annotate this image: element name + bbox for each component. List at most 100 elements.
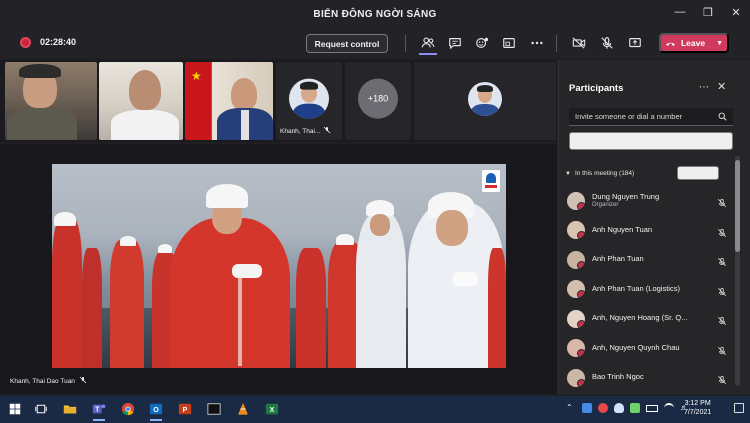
battery-icon[interactable] [646, 404, 658, 412]
section-header[interactable]: ▼ In this meeting (184) [565, 170, 634, 177]
window-title: BIỂN ĐÔNG NGỜI SÁNG [313, 8, 437, 20]
phone-hangup-icon [666, 42, 675, 46]
helmet-icon [120, 236, 136, 246]
participant-hair [19, 64, 61, 78]
terminal-icon[interactable] [205, 400, 223, 418]
more-options-icon[interactable]: ⋯ [699, 82, 709, 93]
svg-text:P: P [183, 407, 188, 414]
worker-figure [110, 240, 144, 368]
list-item[interactable]: Anh, Nguyen Quynh Chau [567, 334, 727, 364]
list-item[interactable]: Anh, Nguyen Hoang (Sr. Q... [567, 304, 727, 334]
helmet-icon [336, 234, 354, 245]
mute-all-button[interactable]: Mute all [677, 166, 719, 180]
video-tile[interactable] [414, 62, 556, 140]
worker-glove [452, 272, 478, 286]
helmet-icon [158, 244, 172, 253]
camera-off-icon[interactable] [571, 35, 587, 51]
chevron-down-icon[interactable]: ▼ [716, 40, 723, 47]
avatar [567, 368, 585, 387]
leave-button[interactable]: Leave ▼ [659, 33, 729, 53]
worker-figure [356, 214, 406, 368]
chat-icon[interactable] [447, 35, 463, 51]
toolbar-divider [556, 35, 557, 52]
avatar [567, 309, 585, 328]
close-icon[interactable]: ✕ [730, 6, 742, 19]
reactions-icon[interactable] [474, 35, 490, 51]
task-view-icon[interactable] [32, 400, 50, 418]
list-item[interactable]: Bao Trinh Ngoc [567, 363, 727, 393]
invite-search-placeholder: Invite someone or dial a number [575, 112, 683, 121]
participant-shirt [241, 110, 249, 140]
more-actions-icon[interactable] [529, 35, 545, 51]
share-invite-button[interactable]: Share invite [569, 132, 733, 150]
close-panel-icon[interactable]: ✕ [717, 80, 726, 93]
tray-app-icon[interactable] [630, 403, 640, 413]
chevron-up-icon[interactable]: ⌃ [566, 403, 576, 413]
overflow-tile[interactable]: +180 [345, 62, 411, 140]
video-tile[interactable]: Khanh, Thai... [276, 62, 342, 140]
invite-search-input[interactable]: Invite someone or dial a number [569, 108, 733, 126]
participant-role: Organizer [592, 201, 619, 208]
cloud-icon[interactable] [614, 403, 624, 413]
video-gallery: ★ Khanh, Thai... +180 [0, 60, 556, 142]
speaker-name: Khanh, Thai Dao Tuan [10, 377, 75, 385]
main-stage: Khanh, Thai Dao Tuan [0, 144, 556, 394]
flag-star-icon: ★ [191, 69, 202, 83]
mic-off-icon[interactable] [717, 343, 727, 355]
participant-name: Dung Nguyen Trung [592, 191, 660, 201]
file-explorer-icon[interactable] [61, 400, 79, 418]
mic-off-icon[interactable] [717, 284, 727, 296]
share-screen-icon[interactable] [627, 35, 643, 51]
participants-icon[interactable] [420, 35, 436, 51]
mic-off-icon[interactable] [717, 195, 727, 208]
panel-title: Participants [569, 83, 624, 94]
svg-text:T: T [95, 407, 100, 414]
chrome-icon[interactable] [119, 400, 137, 418]
wifi-icon[interactable] [664, 403, 674, 413]
list-item[interactable]: Anh Phan Tuan (Logistics) [567, 275, 727, 305]
participant-shirt [7, 108, 77, 140]
outlook-icon[interactable]: O [147, 400, 165, 421]
participant-name: Anh Phan Tuan (Logistics) [592, 283, 680, 293]
worker-face [436, 210, 468, 246]
system-tray: ⌃ ♬ [566, 403, 690, 413]
mic-off-icon [79, 376, 87, 386]
teams-app-icon[interactable]: T [90, 400, 108, 421]
title-bar: BIỂN ĐÔNG NGỜI SÁNG — ❐ ✕ [0, 0, 750, 28]
maximize-icon[interactable]: ❐ [702, 6, 714, 19]
list-item[interactable]: Anh Nguyen Tuan [567, 216, 727, 246]
helmet-icon [54, 212, 76, 226]
request-control-button[interactable]: Request control [306, 34, 388, 53]
tray-app-icon[interactable] [598, 403, 608, 413]
list-item[interactable]: Anh Phan Tuan [567, 245, 727, 275]
taskbar-clock[interactable]: 3:12 PM 7/7/2021 [684, 400, 711, 418]
rooms-icon[interactable] [501, 35, 517, 51]
participant-face [129, 70, 161, 110]
tray-app-icon[interactable] [582, 403, 592, 413]
share-invite-label: Share invite [636, 136, 680, 146]
mic-off-icon[interactable] [717, 372, 727, 385]
mic-off-icon[interactable] [717, 313, 727, 326]
mic-off-icon[interactable] [717, 254, 727, 267]
svg-text:O: O [153, 407, 159, 414]
vlc-icon[interactable] [234, 400, 252, 418]
overflow-count[interactable]: +180 [358, 78, 398, 119]
powerpoint-icon[interactable]: P [176, 400, 194, 418]
worker-glove [232, 264, 262, 278]
notification-icon[interactable] [734, 403, 744, 413]
svg-text:X: X [270, 407, 275, 414]
video-tile[interactable] [99, 62, 183, 140]
search-icon[interactable] [718, 112, 727, 121]
video-tile[interactable]: ★ [185, 62, 273, 140]
video-tile[interactable] [5, 62, 97, 140]
participants-scrollbar[interactable] [735, 156, 740, 386]
excel-icon[interactable]: X [263, 400, 281, 418]
mic-off-icon[interactable] [717, 225, 727, 237]
worker-face [370, 214, 390, 236]
windows-start-icon[interactable] [6, 400, 24, 418]
minimize-icon[interactable]: — [674, 6, 686, 18]
mic-off-icon[interactable] [599, 35, 615, 51]
participant-name: Anh, Nguyen Quynh Chau [592, 342, 680, 352]
participant-face [231, 78, 257, 110]
list-item[interactable]: Dung Nguyen Trung Organizer [567, 186, 727, 216]
